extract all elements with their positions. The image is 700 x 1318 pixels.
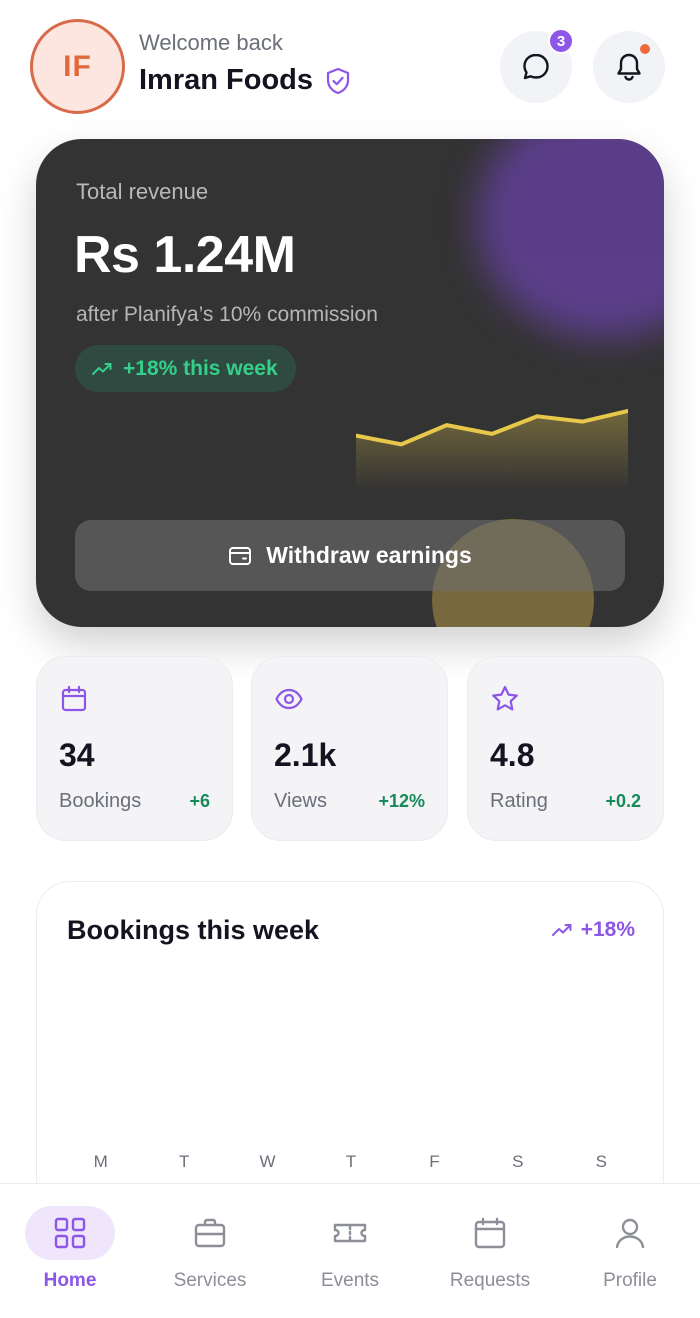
stat-change: +12% — [378, 791, 425, 811]
revenue-card: Total revenue Rs 1.24M after Planifya’s … — [36, 139, 664, 627]
bookings-chart-card: Bookings this week +18% M T W T F S S — [36, 881, 664, 1211]
stat-label: Rating — [490, 790, 548, 812]
notifications-button[interactable] — [593, 31, 665, 103]
shield-check-icon — [325, 67, 351, 95]
decorative-blob — [476, 139, 664, 339]
nav-icon-pill — [165, 1206, 255, 1260]
bookings-trend: +18% — [551, 918, 635, 942]
revenue-trend-pill: +18% this week — [75, 345, 296, 392]
eye-icon — [275, 688, 303, 710]
messages-badge: 3 — [548, 28, 574, 54]
calendar-icon — [61, 685, 87, 712]
business-name: Imran Foods — [139, 64, 314, 96]
nav-item-requests[interactable]: Requests — [420, 1206, 560, 1306]
trending-up-icon — [551, 924, 572, 936]
day-label: T — [178, 1152, 190, 1171]
stat-card-bookings[interactable]: 34 Bookings +6 — [36, 656, 233, 841]
grid-icon — [54, 1217, 86, 1249]
calendar-icon — [474, 1217, 506, 1249]
day-label: M — [93, 1152, 108, 1171]
bookings-chart-title: Bookings this week — [67, 915, 320, 945]
nav-item-home[interactable]: Home — [0, 1206, 140, 1306]
revenue-label: Total revenue — [76, 179, 209, 204]
nav-label: Services — [173, 1270, 247, 1291]
day-label: S — [595, 1152, 607, 1171]
stat-value: 2.1k — [274, 737, 337, 773]
stat-change: +6 — [189, 791, 210, 811]
revenue-amount: Rs 1.24M — [74, 226, 296, 284]
day-label: S — [512, 1152, 524, 1171]
nav-item-profile[interactable]: Profile — [560, 1206, 700, 1306]
wallet-icon — [229, 546, 252, 565]
nav-icon-pill — [305, 1206, 395, 1260]
stat-value: 34 — [59, 737, 95, 773]
avatar[interactable]: IF — [30, 19, 125, 114]
nav-label: Profile — [603, 1270, 657, 1291]
withdraw-label: Withdraw earnings — [266, 542, 472, 568]
day-label: T — [345, 1152, 357, 1171]
nav-item-events[interactable]: Events — [280, 1206, 420, 1306]
briefcase-icon — [194, 1218, 226, 1248]
nav-label: Events — [320, 1270, 380, 1291]
day-label: F — [429, 1152, 440, 1171]
bookings-trend-text: +18% — [580, 918, 635, 941]
star-icon — [492, 685, 518, 711]
bottom-nav: Home Services Events Requests Profile — [0, 1183, 700, 1318]
revenue-subtitle: after Planifya’s 10% commission — [76, 303, 378, 326]
stat-value: 4.8 — [490, 737, 535, 773]
nav-label: Home — [43, 1270, 97, 1291]
stat-change: +0.2 — [605, 791, 641, 811]
trending-up-icon — [92, 362, 112, 375]
nav-icon-pill — [445, 1206, 535, 1260]
stat-label: Views — [274, 790, 327, 812]
stat-card-rating[interactable]: 4.8 Rating +0.2 — [467, 656, 664, 841]
welcome-text: Welcome back — [139, 30, 283, 55]
business-name-row: Imran Foods — [139, 64, 351, 97]
sparkline-area — [356, 411, 628, 491]
revenue-sparkline — [356, 409, 628, 491]
stat-label: Bookings — [59, 790, 142, 812]
bookings-day-labels: M T W T F S S — [59, 1152, 643, 1172]
header: IF Welcome back Imran Foods 3 — [0, 0, 700, 130]
nav-icon-pill — [25, 1206, 115, 1260]
revenue-trend-text: +18% this week — [123, 356, 278, 380]
withdraw-earnings-button[interactable]: Withdraw earnings — [75, 520, 625, 591]
nav-icon-pill — [585, 1206, 675, 1260]
user-icon — [615, 1218, 645, 1249]
chat-bubble-icon — [523, 53, 549, 80]
day-label: W — [259, 1152, 276, 1171]
bell-icon — [617, 53, 641, 81]
nav-item-services[interactable]: Services — [140, 1206, 280, 1306]
notification-dot — [640, 44, 650, 54]
nav-label: Requests — [449, 1270, 531, 1291]
ticket-icon — [333, 1223, 367, 1243]
stat-card-views[interactable]: 2.1k Views +12% — [251, 656, 448, 841]
